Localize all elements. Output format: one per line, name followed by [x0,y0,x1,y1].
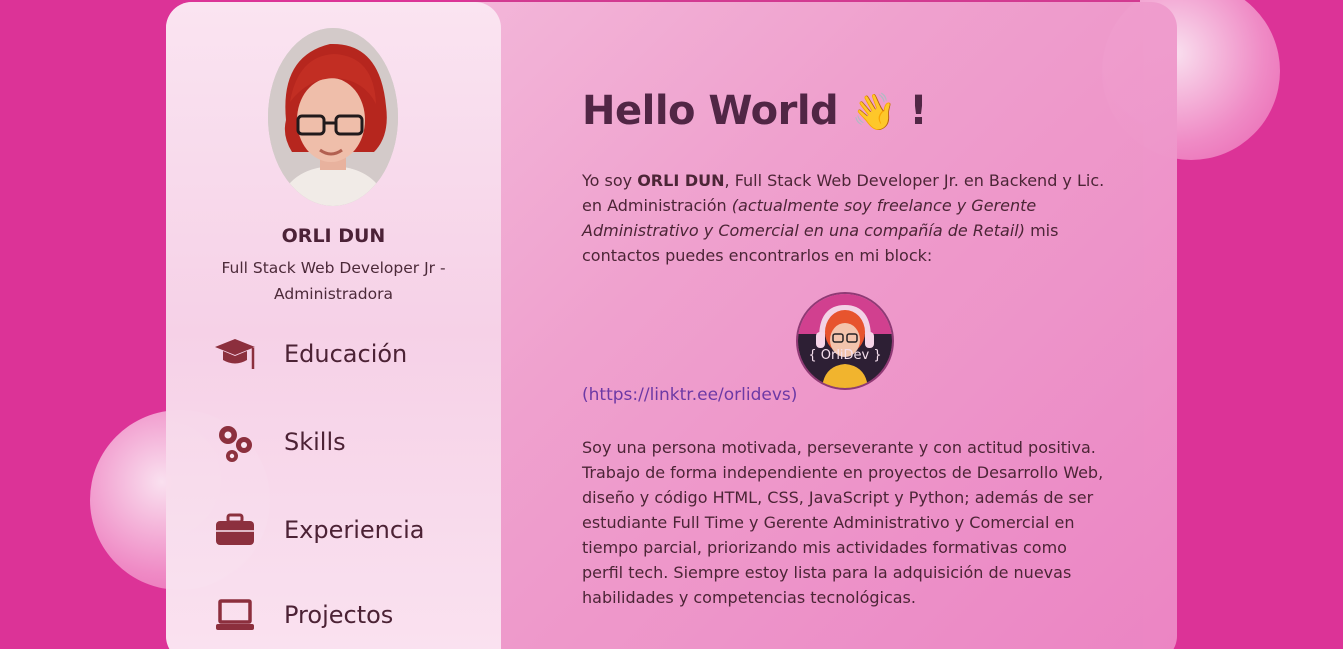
nav-item-educacion[interactable]: Educación [212,334,407,374]
page-title: Hello World 👋 ! [582,88,1122,134]
nav-label: Projectos [284,601,394,629]
orlidev-logo: { OrliDev } [796,292,894,390]
gears-icon [212,422,258,462]
nav-label: Educación [284,340,408,368]
laptop-icon [212,595,258,635]
nav-label: Skills [284,428,346,456]
greeting-text: Hello World [582,88,839,134]
avatar [268,28,398,206]
greeting-suffix: ! [909,88,928,134]
profile-name: ORLI DUN [281,225,386,247]
about-paragraph: Soy una persona motivada, perseverante y… [582,438,1104,607]
nav-item-experiencia[interactable]: Experiencia [212,510,424,550]
nav-item-skills[interactable]: Skills [212,422,346,462]
nav-item-projectos[interactable]: Projectos [212,595,393,635]
intro-paragraph: Yo soy ORLI DUN, Full Stack Web Develope… [582,168,1107,268]
nav-label: Experiencia [284,516,425,544]
intro-text: Yo soy [582,171,638,190]
linktree-link[interactable]: (https://linktr.ee/orlidevs) [582,385,797,405]
avatar-portrait-icon [268,28,398,206]
waving-hand-icon: 👋 [851,92,897,133]
profile-role: Full Stack Web Developer Jr - Administra… [221,259,446,303]
sidebar: ORLI DUN Full Stack Web Developer Jr - A… [166,2,501,649]
intro-name: ORLI DUN [637,171,725,190]
logo-text: { OrliDev } [808,348,882,363]
briefcase-icon [212,510,258,550]
graduation-cap-icon [212,334,258,374]
profile-card: ORLI DUN Full Stack Web Developer Jr - A… [166,2,1177,649]
